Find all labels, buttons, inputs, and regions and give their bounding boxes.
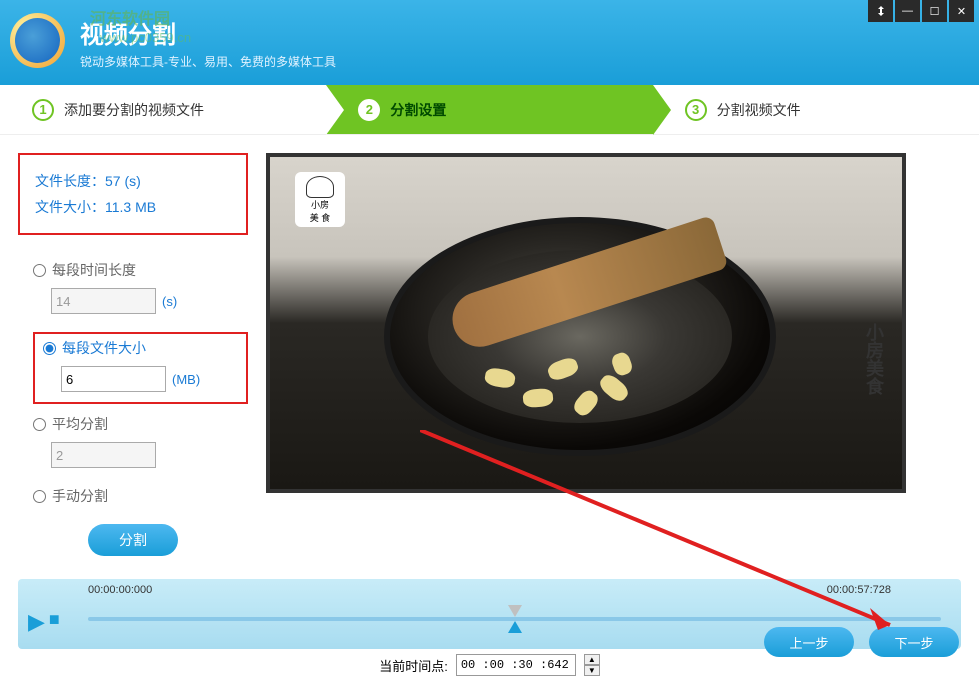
video-preview[interactable]: 小房 美 食 小房美食 — [266, 153, 906, 493]
input-average-value — [51, 442, 156, 468]
time-step-up[interactable]: ▲ — [584, 654, 600, 665]
settings-panel: 文件长度：57 (s) 文件大小：11.3 MB 每段时间长度 (s) 每段文件… — [18, 153, 248, 556]
duration-row: 文件长度：57 (s) — [35, 171, 231, 191]
option-by-size[interactable]: 每段文件大小 — [43, 338, 238, 358]
pin-button[interactable] — [868, 0, 893, 22]
step-1-label: 添加要分割的视频文件 — [64, 100, 204, 120]
preview-area: 小房 美 食 小房美食 — [266, 153, 961, 556]
steps-bar: 1 添加要分割的视频文件 2 分割设置 3 分割视频文件 — [0, 85, 979, 135]
window-controls: — ☐ ✕ — [868, 0, 974, 22]
unit-mb: (MB) — [172, 372, 200, 387]
timeline-marker[interactable] — [508, 605, 522, 633]
radio-by-time[interactable] — [33, 264, 46, 277]
app-subtitle: 锐动多媒体工具-专业、易用、免费的多媒体工具 — [80, 53, 336, 70]
chef-badge-icon: 小房 美 食 — [295, 172, 345, 227]
step-1[interactable]: 1 添加要分割的视频文件 — [0, 85, 326, 134]
play-button[interactable]: ▶ — [28, 609, 45, 635]
step-3-number: 3 — [685, 99, 707, 121]
option-by-size-label: 每段文件大小 — [62, 338, 146, 358]
step-3-label: 分割视频文件 — [717, 100, 801, 120]
size-row: 文件大小：11.3 MB — [35, 197, 231, 217]
current-time-row: 当前时间点: ▲ ▼ — [0, 654, 979, 676]
unit-seconds: (s) — [162, 294, 177, 309]
option-manual[interactable]: 手动分割 — [33, 486, 248, 506]
app-header: 河东软件园 www.pc0359.cn 视频分割 锐动多媒体工具-专业、易用、免… — [0, 0, 979, 85]
step-2-number: 2 — [358, 99, 380, 121]
start-time-label: 00:00:00:000 — [88, 584, 152, 596]
radio-by-size[interactable] — [43, 342, 56, 355]
option-by-time-label: 每段时间长度 — [52, 260, 136, 280]
maximize-button[interactable]: ☐ — [922, 0, 947, 22]
radio-average[interactable] — [33, 418, 46, 431]
input-size-value[interactable] — [61, 366, 166, 392]
input-time-value — [51, 288, 156, 314]
option-by-time[interactable]: 每段时间长度 — [33, 260, 248, 280]
current-time-label: 当前时间点: — [379, 656, 448, 675]
close-button[interactable]: ✕ — [949, 0, 974, 22]
option-average[interactable]: 平均分割 — [33, 414, 248, 434]
current-time-input[interactable] — [456, 654, 576, 676]
timeline-track[interactable] — [88, 617, 941, 621]
minimize-button[interactable]: — — [895, 0, 920, 22]
radio-manual[interactable] — [33, 490, 46, 503]
option-manual-label: 手动分割 — [52, 486, 108, 506]
video-watermark: 小房美食 — [861, 323, 887, 395]
file-info-box: 文件长度：57 (s) 文件大小：11.3 MB — [18, 153, 248, 235]
stop-button[interactable]: ■ — [49, 609, 60, 635]
step-1-number: 1 — [32, 99, 54, 121]
app-logo-icon — [10, 13, 70, 73]
end-time-label: 00:00:57:728 — [827, 584, 891, 596]
step-3[interactable]: 3 分割视频文件 — [653, 85, 979, 134]
prev-button[interactable]: 上一步 — [764, 627, 854, 657]
app-title: 视频分割 — [80, 15, 336, 50]
split-button[interactable]: 分割 — [88, 524, 178, 556]
step-2[interactable]: 2 分割设置 — [326, 85, 652, 134]
next-button[interactable]: 下一步 — [869, 627, 959, 657]
step-2-label: 分割设置 — [390, 100, 446, 120]
option-average-label: 平均分割 — [52, 414, 108, 434]
